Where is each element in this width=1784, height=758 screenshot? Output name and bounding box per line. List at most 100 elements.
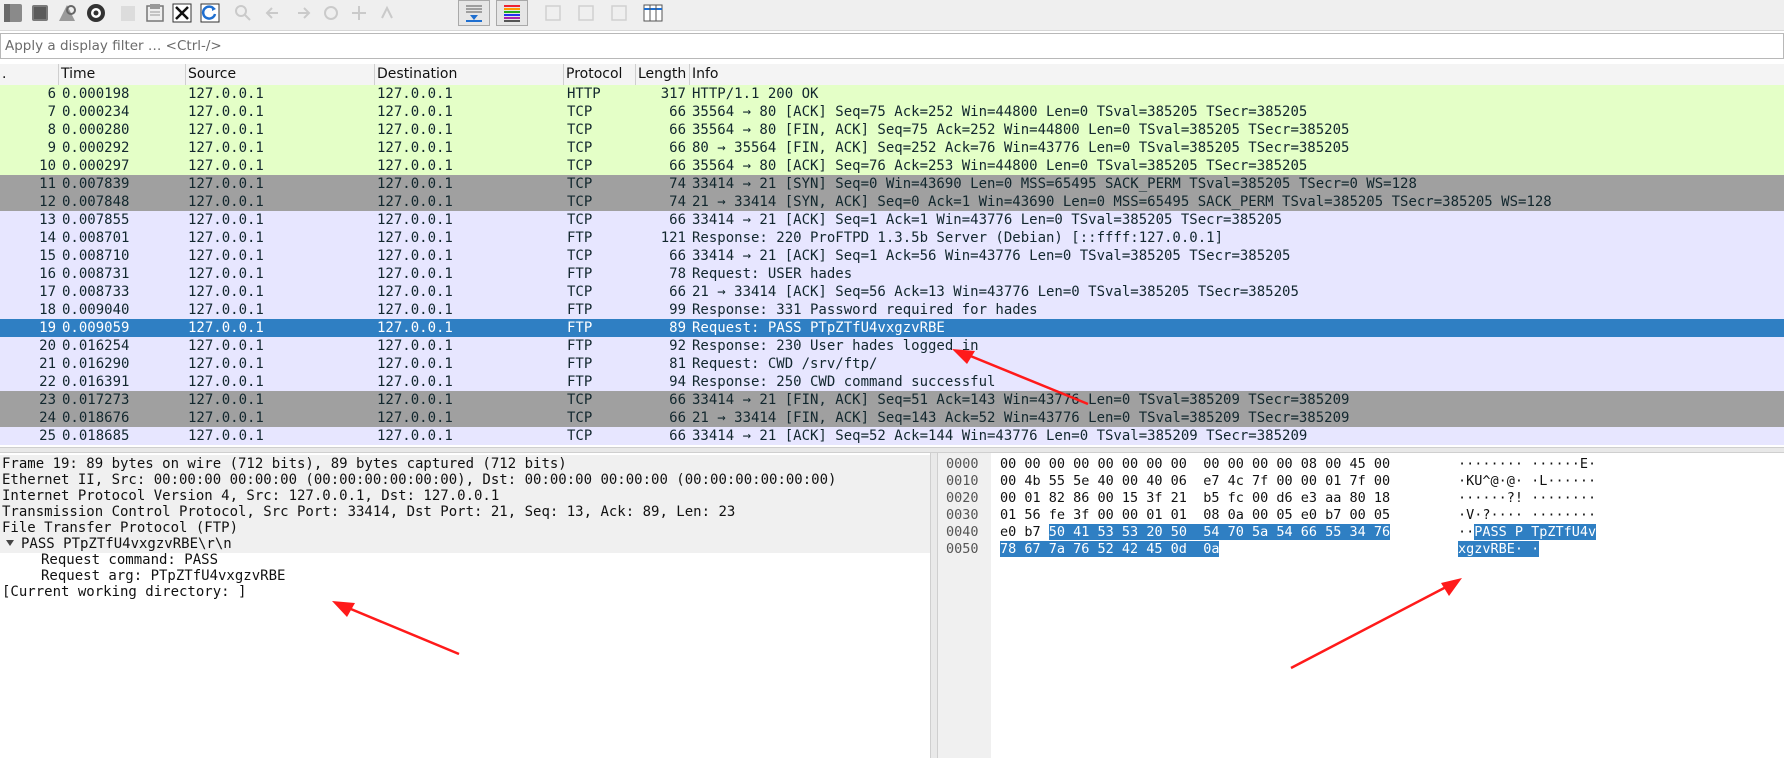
packet-destination: 127.0.0.1 — [377, 248, 453, 264]
packet-row[interactable]: 6 0.000198 127.0.0.1 127.0.0.1 HTTP 317 HTTP/1… — [0, 85, 1784, 103]
bytes-hex[interactable]: 01 56 fe 3f 00 00 01 01 08 0a 00 05 e0 b… — [1000, 507, 1390, 524]
bytes-ascii[interactable]: ······?! ········ — [1458, 490, 1596, 507]
last-icon[interactable] — [374, 0, 400, 26]
expand-arrow-icon[interactable] — [6, 540, 14, 546]
save-icon[interactable] — [142, 0, 168, 26]
packet-time: 0.016290 — [62, 356, 130, 372]
packet-info: Request: PASS PTpZTfU4vxgzvRBE — [692, 320, 945, 336]
main-toolbar — [0, 0, 1784, 31]
packet-length: 66 — [669, 428, 686, 444]
packet-no: 18 — [39, 302, 56, 318]
jump-icon[interactable] — [318, 0, 344, 26]
packet-row[interactable]: 17 0.008733 127.0.0.1 127.0.0.1 TCP 66 21 → 33… — [0, 283, 1784, 301]
packet-length: 74 — [669, 176, 686, 192]
bytes-hex-plain: e0 b7 — [1000, 524, 1049, 540]
packet-protocol: TCP — [567, 104, 593, 120]
bytes-ascii[interactable]: ··PASS P TpZTfU4v — [1458, 524, 1597, 541]
packet-info: 33414 → 21 [ACK] Seq=52 Ack=144 Win=4377… — [692, 428, 1308, 444]
packet-destination: 127.0.0.1 — [377, 410, 453, 426]
packet-row[interactable]: 13 0.007855 127.0.0.1 127.0.0.1 TCP 66 33414 →… — [0, 211, 1784, 229]
packet-source: 127.0.0.1 — [188, 428, 264, 444]
packet-destination: 127.0.0.1 — [377, 230, 453, 246]
packet-row[interactable]: 21 0.016290 127.0.0.1 127.0.0.1 FTP 81 Request… — [0, 355, 1784, 373]
packet-row[interactable]: 8 0.000280 127.0.0.1 127.0.0.1 TCP 66 35564 → … — [0, 121, 1784, 139]
packet-destination: 127.0.0.1 — [377, 122, 453, 138]
packet-row[interactable]: 25 0.018685 127.0.0.1 127.0.0.1 TCP 66 33414 →… — [0, 427, 1784, 445]
find-icon[interactable] — [230, 0, 256, 26]
packet-row[interactable]: 19 0.009059 127.0.0.1 127.0.0.1 FTP 89 Request… — [0, 319, 1784, 337]
packet-destination: 127.0.0.1 — [377, 158, 453, 174]
packet-row[interactable]: 9 0.000292 127.0.0.1 127.0.0.1 TCP 66 80 → 355… — [0, 139, 1784, 157]
zoom-out-icon[interactable] — [573, 0, 599, 26]
packet-row[interactable]: 11 0.007839 127.0.0.1 127.0.0.1 TCP 74 33414 →… — [0, 175, 1784, 193]
bytes-ascii[interactable]: ·V·?···· ········ — [1458, 507, 1596, 524]
packet-length: 78 — [669, 266, 686, 282]
packet-row[interactable]: 24 0.018676 127.0.0.1 127.0.0.1 TCP 66 21 → 33… — [0, 409, 1784, 427]
stop-icon[interactable] — [27, 0, 53, 26]
display-filter-input[interactable] — [3, 36, 1777, 56]
packet-row[interactable]: 23 0.017273 127.0.0.1 127.0.0.1 TCP 66 33414 →… — [0, 391, 1784, 409]
packet-length: 66 — [669, 392, 686, 408]
bytes-ascii[interactable]: xgzvRBE· · — [1458, 541, 1540, 558]
column-header-no[interactable]: . — [0, 64, 59, 85]
bytes-offset: 0050 — [946, 541, 979, 557]
bytes-hex-plain: 00 00 00 00 00 00 00 00 00 00 00 00 08 0… — [1000, 456, 1391, 472]
reload-icon[interactable] — [197, 0, 223, 26]
column-header-source[interactable]: Source — [186, 64, 375, 85]
packet-no: 7 — [47, 104, 56, 120]
packet-source: 127.0.0.1 — [188, 392, 264, 408]
go-back-icon[interactable] — [260, 0, 286, 26]
packet-row[interactable]: 20 0.016254 127.0.0.1 127.0.0.1 FTP 92 Respons… — [0, 337, 1784, 355]
packet-row[interactable]: 7 0.000234 127.0.0.1 127.0.0.1 TCP 66 35564 → … — [0, 103, 1784, 121]
packet-row[interactable]: 14 0.008701 127.0.0.1 127.0.0.1 FTP 121 Respon… — [0, 229, 1784, 247]
detail-tree-item[interactable]: [Current working directory: ] — [0, 583, 930, 601]
packet-time: 0.007848 — [62, 194, 130, 210]
packet-row[interactable]: 12 0.007848 127.0.0.1 127.0.0.1 TCP 74 21 → 33… — [0, 193, 1784, 211]
column-header-destination[interactable]: Destination — [375, 64, 564, 85]
first-icon[interactable] — [346, 0, 372, 26]
packet-source: 127.0.0.1 — [188, 356, 264, 372]
close-file-icon[interactable] — [169, 0, 195, 26]
fin-icon[interactable] — [0, 0, 26, 26]
packet-row[interactable]: 15 0.008710 127.0.0.1 127.0.0.1 TCP 66 33414 →… — [0, 247, 1784, 265]
packet-info: 80 → 35564 [FIN, ACK] Seq=252 Ack=76 Win… — [692, 140, 1350, 156]
bytes-hex[interactable]: e0 b7 50 41 53 53 20 50 54 70 5a 54 66 5… — [1000, 524, 1391, 541]
restart-shark-icon[interactable] — [54, 0, 80, 26]
packet-protocol: FTP — [567, 374, 593, 390]
pane-splitter-vertical[interactable] — [930, 453, 938, 758]
packet-protocol: TCP — [567, 158, 593, 174]
bytes-hex[interactable]: 00 01 82 86 00 15 3f 21 b5 fc 00 d6 e3 a… — [1000, 490, 1390, 507]
packet-protocol: TCP — [567, 212, 593, 228]
capture-options-icon[interactable] — [83, 0, 109, 26]
packet-protocol: TCP — [567, 284, 593, 300]
resize-columns-icon[interactable] — [640, 0, 666, 26]
zoom-in-icon[interactable] — [540, 0, 566, 26]
column-header-length[interactable]: Length — [636, 64, 690, 85]
colorize-icon[interactable] — [496, 0, 528, 26]
bytes-hex[interactable]: 00 00 00 00 00 00 00 00 00 00 00 00 08 0… — [1000, 456, 1390, 473]
packet-source: 127.0.0.1 — [188, 302, 264, 318]
packet-row[interactable]: 22 0.016391 127.0.0.1 127.0.0.1 FTP 94 Respons… — [0, 373, 1784, 391]
packet-destination: 127.0.0.1 — [377, 374, 453, 390]
go-forward-icon[interactable] — [290, 0, 316, 26]
column-header-info[interactable]: Info — [690, 64, 1784, 85]
autoscroll-icon[interactable] — [458, 0, 490, 26]
open-icon[interactable] — [115, 0, 141, 26]
packet-source: 127.0.0.1 — [188, 248, 264, 264]
column-header-protocol[interactable]: Protocol — [564, 64, 636, 85]
packet-source: 127.0.0.1 — [188, 266, 264, 282]
packet-info: Response: 230 User hades logged in — [692, 338, 979, 354]
packet-no: 14 — [39, 230, 56, 246]
bytes-hex[interactable]: 00 4b 55 5e 40 00 40 06 e7 4c 7f 00 00 0… — [1000, 473, 1390, 490]
packet-row[interactable]: 16 0.008731 127.0.0.1 127.0.0.1 FTP 78 Request… — [0, 265, 1784, 283]
packet-row[interactable]: 10 0.000297 127.0.0.1 127.0.0.1 TCP 66 35564 →… — [0, 157, 1784, 175]
packet-info: HTTP/1.1 200 OK — [692, 86, 819, 102]
packet-row[interactable]: 18 0.009040 127.0.0.1 127.0.0.1 FTP 99 Respons… — [0, 301, 1784, 319]
packet-length: 66 — [669, 158, 686, 174]
bytes-hex[interactable]: 78 67 7a 76 52 42 45 0d 0a — [1000, 541, 1220, 558]
column-header-time[interactable]: Time — [59, 64, 186, 85]
normal-size-icon[interactable] — [606, 0, 632, 26]
bytes-ascii[interactable]: ········ ······E· — [1458, 456, 1596, 473]
packet-info: 33414 → 21 [ACK] Seq=1 Ack=56 Win=43776 … — [692, 248, 1291, 264]
bytes-ascii[interactable]: ·KU^@·@· ·L······ — [1458, 473, 1596, 490]
